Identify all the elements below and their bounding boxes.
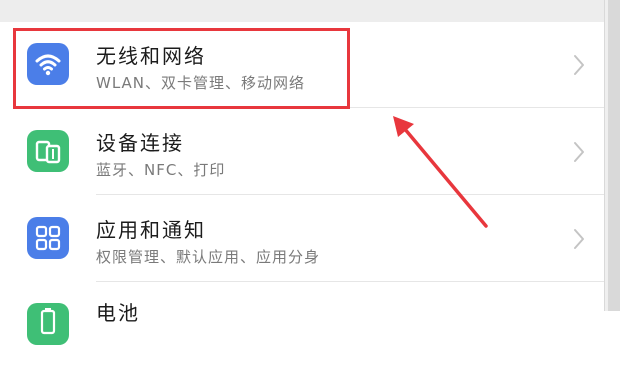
settings-item-title: 设备连接: [96, 131, 184, 155]
scrollbar-track: [605, 0, 608, 311]
settings-item-title: 电池: [96, 301, 140, 325]
settings-item-device-connection[interactable]: 设备连接 蓝牙、NFC、打印: [0, 109, 604, 194]
chevron-right-icon: [574, 142, 584, 162]
top-header-strip: [0, 0, 620, 22]
list-divider: [96, 194, 604, 195]
chevron-right-icon: [574, 55, 584, 75]
battery-icon: [27, 303, 69, 345]
device-connection-icon: [27, 130, 69, 172]
settings-item-title: 应用和通知: [96, 218, 206, 242]
apps-grid-icon: [27, 217, 69, 259]
settings-item-subtitle: 蓝牙、NFC、打印: [96, 161, 226, 179]
list-divider: [96, 281, 604, 282]
settings-item-apps-notifications[interactable]: 应用和通知 权限管理、默认应用、应用分身: [0, 196, 604, 281]
settings-item-subtitle: 权限管理、默认应用、应用分身: [96, 248, 321, 266]
chevron-right-icon: [574, 229, 584, 249]
highlight-box: [13, 28, 350, 109]
settings-item-battery[interactable]: 电池: [0, 283, 604, 368]
